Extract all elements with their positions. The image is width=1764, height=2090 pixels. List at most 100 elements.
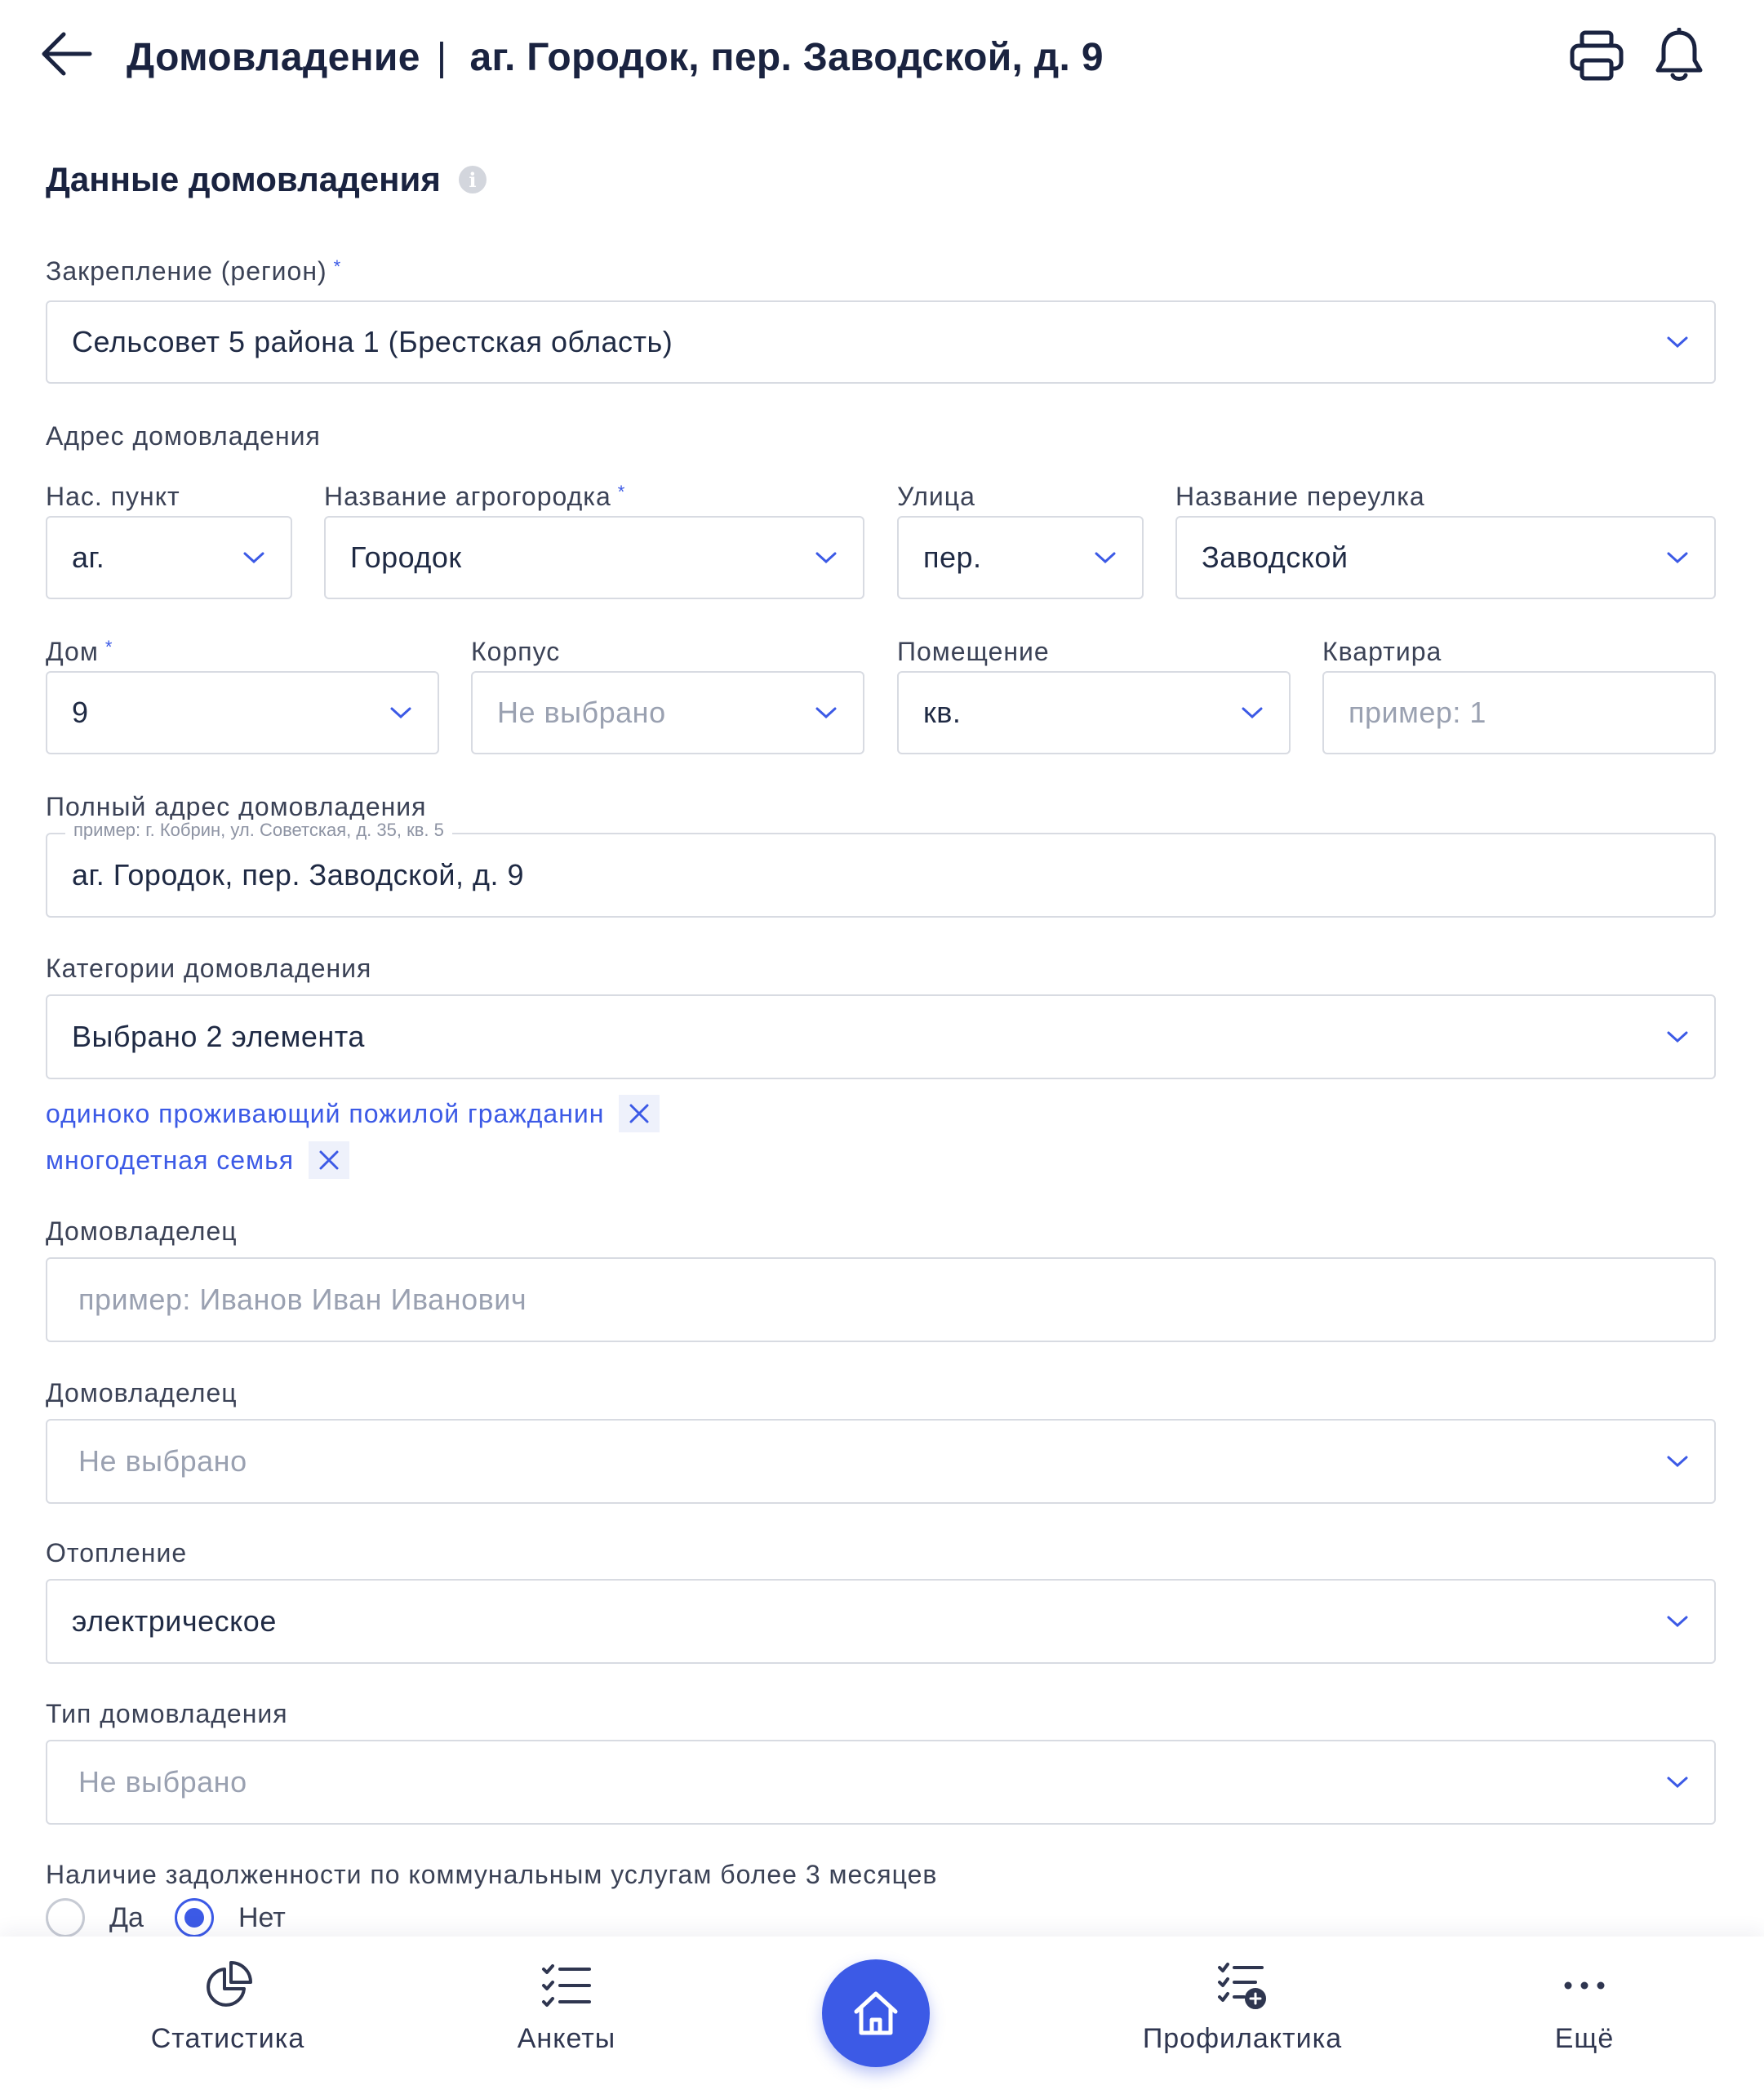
agrotown-label: Название агрогородка * [324, 482, 625, 512]
categories-value: Выбрано 2 элемента [72, 1020, 365, 1053]
nav-item-statistics[interactable]: Статистика [105, 1959, 350, 2074]
lane-select[interactable]: Заводской [1175, 516, 1716, 599]
chevron-down-icon [1667, 1456, 1688, 1468]
categories-label: Категории домовладения [46, 954, 372, 983]
owner-name-input[interactable]: пример: Иванов Иван Иванович [46, 1257, 1716, 1342]
region-label-text: Закрепление (регион) [46, 256, 327, 286]
radio-yes[interactable] [46, 1898, 85, 1937]
category-tag-label: многодетная семья [46, 1145, 295, 1175]
radio-yes-label: Да [109, 1901, 144, 1933]
nav-item-prevention[interactable]: Профилактика [1120, 1959, 1365, 2074]
house-value: 9 [72, 696, 89, 729]
chevron-down-icon [1667, 1616, 1688, 1628]
chevron-down-icon [1667, 336, 1688, 349]
full-address-hint: пример: г. Кобрин, ул. Советская, д. 35,… [65, 820, 452, 841]
radio-no[interactable] [174, 1898, 214, 1937]
chevron-down-icon [1242, 707, 1263, 719]
owner-select-placeholder: Не выбрано [78, 1444, 247, 1478]
title-prefix: Домовладение [127, 35, 420, 79]
full-address-value: аг. Городок, пер. Заводской, д. 9 [72, 858, 524, 892]
category-tag: многодетная семья [46, 1141, 350, 1179]
street-value: пер. [923, 540, 982, 574]
nav-label: Ещё [1554, 2023, 1615, 2054]
nav-label: Анкеты [517, 2023, 616, 2054]
apartment-placeholder: пример: 1 [1349, 696, 1486, 729]
home-icon [854, 1991, 898, 2035]
printer-icon[interactable] [1569, 29, 1624, 82]
street-select[interactable]: пер. [897, 516, 1144, 599]
full-address-label: Полный адрес домовладения [46, 792, 427, 821]
nav-label: Профилактика [1142, 2023, 1343, 2054]
page-title: Домовладение | аг. Городок, пер. Заводск… [127, 24, 1104, 90]
nav-label: Статистика [150, 2023, 305, 2054]
chevron-down-icon [243, 552, 264, 564]
title-address: аг. Городок, пер. Заводской, д. 9 [469, 35, 1104, 79]
owner-text-label: Домовладелец [46, 1216, 238, 1246]
heating-select[interactable]: электрическое [46, 1579, 1716, 1664]
settlement-select[interactable]: аг. [46, 516, 292, 599]
house-label-text: Дом [46, 637, 99, 666]
address-title: Адрес домовладения [46, 421, 321, 451]
section-title: Данные домовладения i [46, 160, 487, 199]
chevron-down-icon [390, 707, 411, 719]
home-button[interactable] [822, 1959, 930, 2067]
required-mark: * [104, 637, 113, 657]
category-tag-label: одиноко проживающий пожилой гражданин [46, 1098, 605, 1128]
apartment-label: Квартира [1322, 637, 1442, 666]
radio-no-label: Нет [238, 1901, 286, 1933]
debt-radio-group: Да Нет [46, 1898, 286, 1937]
building-select[interactable]: Не выбрано [471, 671, 864, 754]
house-type-label: Тип домовладения [46, 1699, 288, 1728]
chevron-down-icon [1667, 1776, 1688, 1789]
chevron-down-icon [1095, 552, 1116, 564]
debt-label: Наличие задолженности по коммунальным ус… [46, 1860, 938, 1889]
settlement-value: аг. [72, 540, 105, 574]
section-title-text: Данные домовладения [46, 160, 441, 198]
premises-label: Помещение [897, 637, 1050, 666]
settlement-label: Нас. пункт [46, 482, 180, 511]
region-value: Сельсовет 5 района 1 (Брестская область) [72, 325, 673, 358]
info-icon[interactable]: i [458, 166, 487, 193]
chevron-down-icon [815, 552, 837, 564]
checklist-icon [542, 1964, 591, 2007]
region-select[interactable]: Сельсовет 5 района 1 (Брестская область) [46, 300, 1716, 384]
close-icon[interactable] [619, 1095, 660, 1132]
nav-item-more[interactable]: Ещё [1462, 1959, 1707, 2074]
chevron-down-icon [1667, 552, 1688, 564]
building-placeholder: Не выбрано [497, 696, 666, 729]
chevron-down-icon [815, 707, 837, 719]
house-label: Дом * [46, 637, 113, 667]
owner-select-label: Домовладелец [46, 1378, 238, 1407]
title-separator: | [436, 35, 447, 79]
owner-select[interactable]: Не выбрано [46, 1419, 1716, 1504]
heating-value: электрическое [72, 1604, 277, 1638]
full-address-input[interactable]: аг. Городок, пер. Заводской, д. 9 [46, 833, 1716, 918]
bell-icon[interactable] [1653, 27, 1705, 83]
house-type-placeholder: Не выбрано [78, 1765, 247, 1799]
more-dots-icon [1564, 1981, 1605, 1990]
region-label: Закрепление (регион) * [46, 256, 341, 287]
required-mark: * [617, 482, 626, 502]
agrotown-value: Городок [350, 540, 462, 574]
house-type-select[interactable]: Не выбрано [46, 1740, 1716, 1825]
chevron-down-icon [1667, 1031, 1688, 1043]
agrotown-label-text: Название агрогородка [324, 482, 611, 511]
house-select[interactable]: 9 [46, 671, 439, 754]
agrotown-select[interactable]: Городок [324, 516, 864, 599]
owner-name-placeholder: пример: Иванов Иван Иванович [78, 1283, 527, 1316]
premises-value: кв. [923, 696, 962, 729]
premises-select[interactable]: кв. [897, 671, 1291, 754]
building-label: Корпус [471, 637, 561, 666]
categories-select[interactable]: Выбрано 2 элемента [46, 994, 1716, 1079]
street-label: Улица [897, 482, 975, 511]
apartment-input[interactable]: пример: 1 [1322, 671, 1716, 754]
nav-item-surveys[interactable]: Анкеты [444, 1959, 689, 2074]
checklist-add-icon [1218, 1963, 1266, 2009]
back-arrow-icon[interactable] [39, 29, 95, 78]
category-tag: одиноко проживающий пожилой гражданин [46, 1095, 660, 1132]
heating-label: Отопление [46, 1538, 188, 1568]
close-icon[interactable] [309, 1141, 350, 1179]
pie-chart-icon [207, 1961, 252, 2007]
required-mark: * [333, 256, 342, 277]
lane-value: Заводской [1202, 540, 1349, 574]
